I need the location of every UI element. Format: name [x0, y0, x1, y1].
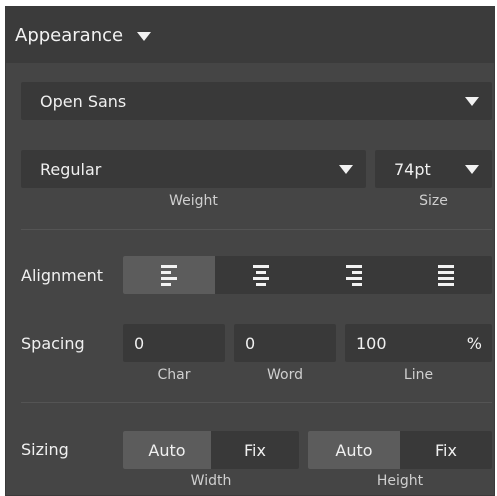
alignment-segmented-control	[123, 256, 492, 294]
justify-align-icon	[437, 264, 454, 286]
char-spacing-input[interactable]: 0	[123, 324, 225, 362]
line-spacing-unit: %	[466, 333, 482, 353]
width-sizing-control: Auto Fix	[123, 431, 299, 469]
weight-value: Regular	[40, 159, 102, 179]
font-family-dropdown[interactable]: Open Sans	[21, 82, 492, 120]
char-caption: Char	[157, 367, 191, 383]
line-caption: Line	[403, 367, 434, 383]
size-value: 74pt	[394, 159, 431, 179]
right-align-icon	[345, 264, 362, 286]
char-spacing-value: 0	[134, 333, 145, 353]
alignment-label: Alignment	[21, 266, 103, 285]
width-fix-button[interactable]: Fix	[211, 431, 299, 469]
divider	[21, 402, 492, 403]
align-right-button[interactable]	[308, 256, 400, 294]
size-dropdown[interactable]: 74pt	[375, 150, 492, 188]
center-align-icon	[253, 264, 270, 286]
line-spacing-value: 100	[356, 333, 387, 353]
width-caption: Width	[190, 473, 232, 489]
height-caption: Height	[376, 473, 424, 489]
weight-dropdown[interactable]: Regular	[21, 150, 366, 188]
font-family-value: Open Sans	[40, 91, 127, 111]
word-caption: Word	[267, 367, 303, 383]
divider	[21, 229, 492, 230]
word-spacing-input[interactable]: 0	[234, 324, 336, 362]
height-fix-button[interactable]: Fix	[400, 431, 492, 469]
spacing-label: Spacing	[21, 334, 85, 353]
weight-caption: Weight	[169, 193, 218, 209]
height-auto-button[interactable]: Auto	[308, 431, 400, 469]
size-caption: Size	[419, 193, 448, 209]
height-sizing-control: Auto Fix	[308, 431, 492, 469]
word-spacing-value: 0	[245, 333, 256, 353]
appearance-title: Appearance	[15, 24, 124, 46]
chevron-down-icon	[465, 97, 479, 106]
line-spacing-input[interactable]: 100 %	[345, 324, 492, 362]
sizing-label: Sizing	[21, 440, 69, 459]
justify-button[interactable]	[400, 256, 492, 294]
left-align-icon	[161, 264, 178, 286]
align-left-button[interactable]	[123, 256, 216, 294]
align-center-button[interactable]	[215, 256, 307, 294]
appearance-header[interactable]: Appearance	[6, 7, 494, 63]
chevron-down-icon[interactable]	[137, 31, 152, 41]
chevron-down-icon	[339, 165, 353, 174]
appearance-panel: Appearance Open Sans Regular Weight 74pt…	[5, 6, 495, 496]
chevron-down-icon	[465, 165, 479, 174]
width-auto-button[interactable]: Auto	[123, 431, 211, 469]
